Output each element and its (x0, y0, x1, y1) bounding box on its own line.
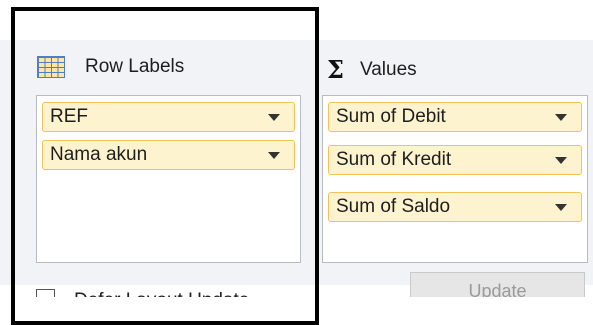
row-labels-header: Row Labels (37, 56, 184, 78)
dropdown-arrow-icon[interactable] (555, 203, 567, 211)
values-drop-area[interactable]: Sum of Debit Sum of Kredit Sum of Saldo (322, 95, 588, 263)
dropdown-arrow-icon[interactable] (268, 113, 280, 121)
cropped-area (0, 297, 593, 325)
sigma-icon: Σ (327, 55, 344, 84)
value-field-debit[interactable]: Sum of Debit (328, 102, 582, 132)
row-labels-title: Row Labels (85, 56, 185, 77)
row-field-ref[interactable]: REF (42, 102, 295, 132)
values-title: Values (359, 58, 417, 80)
value-field-label: Sum of Kredit (336, 149, 452, 170)
dropdown-arrow-icon[interactable] (555, 113, 567, 121)
value-field-saldo[interactable]: Sum of Saldo (328, 192, 582, 222)
dropdown-arrow-icon[interactable] (268, 151, 280, 159)
row-field-nama-akun[interactable]: Nama akun (42, 140, 295, 170)
values-header: Σ Values (327, 55, 417, 84)
value-field-kredit[interactable]: Sum of Kredit (328, 145, 582, 175)
row-labels-drop-area[interactable]: REF Nama akun (36, 95, 301, 263)
row-field-label: REF (50, 106, 88, 127)
table-grid-icon (37, 56, 65, 78)
value-field-label: Sum of Debit (336, 106, 446, 127)
row-field-label: Nama akun (50, 144, 148, 165)
dropdown-arrow-icon[interactable] (555, 156, 567, 164)
value-field-label: Sum of Saldo (336, 196, 451, 217)
